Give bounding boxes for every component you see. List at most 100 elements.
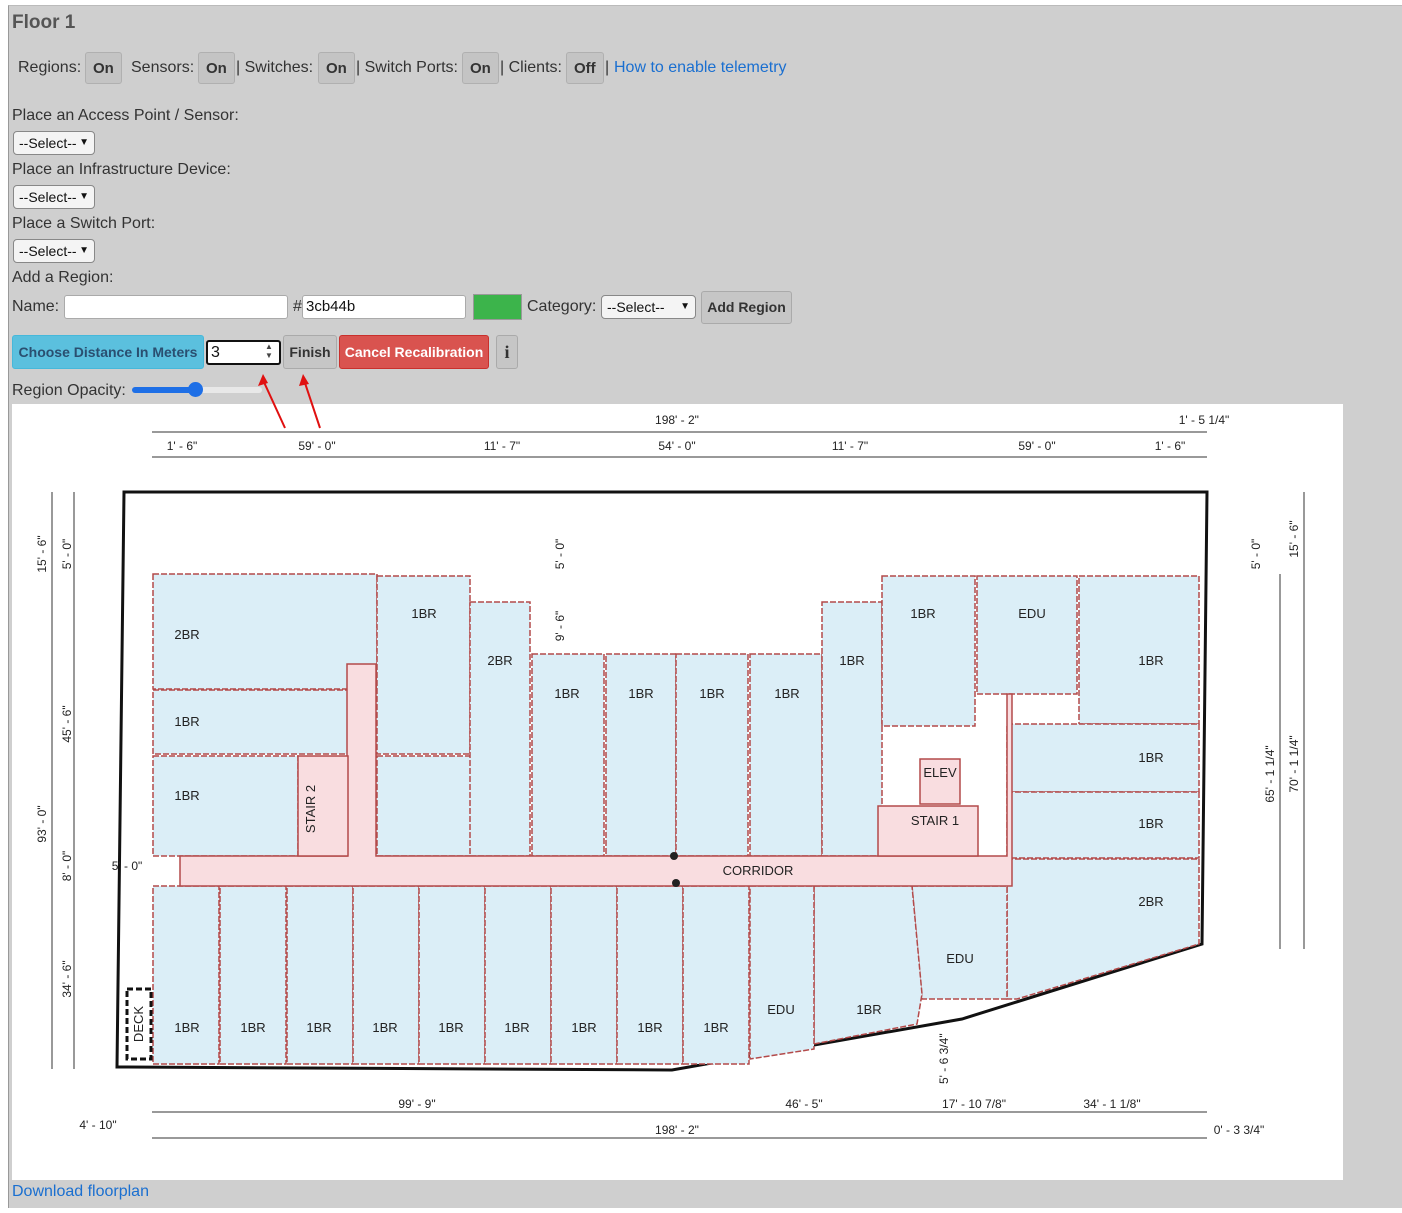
dim-top-2: 59' - 0" bbox=[298, 439, 335, 453]
dim-inner-1: 5' - 0" bbox=[553, 539, 567, 570]
dim-right-3: 65' - 1 1/4" bbox=[1263, 745, 1277, 802]
room-label: 2BR bbox=[1138, 894, 1163, 909]
room-label: 1BR bbox=[1138, 816, 1163, 831]
room-label: ELEV bbox=[923, 765, 957, 780]
room-label: 1BR bbox=[1138, 653, 1163, 668]
room-label: 1BR bbox=[504, 1020, 529, 1035]
dim-inner-2: 9' - 6" bbox=[553, 611, 567, 642]
dim-left-1: 15' - 6" bbox=[35, 535, 49, 572]
category-label: Category: bbox=[527, 298, 597, 315]
room-label: 1BR bbox=[438, 1020, 463, 1035]
room-1br-e2 bbox=[1006, 791, 1200, 859]
room-label: 1BR bbox=[174, 714, 199, 729]
region-color-input[interactable]: 3cb44b bbox=[302, 295, 466, 319]
place-infra-select[interactable]: --Select-- ▼ bbox=[13, 185, 95, 209]
room-label: 1BR bbox=[1138, 750, 1163, 765]
hash-label: # bbox=[293, 298, 302, 315]
chevron-down-icon: ▼ bbox=[680, 301, 690, 312]
stepper-icon[interactable]: ▲ ▼ bbox=[265, 342, 273, 360]
dim-bottom-total: 198' - 2" bbox=[655, 1123, 699, 1137]
room-label: 1BR bbox=[554, 686, 579, 701]
region-name-input[interactable] bbox=[64, 295, 288, 319]
dim-top-4: 54' - 0" bbox=[658, 439, 695, 453]
deck-label: DECK bbox=[131, 1006, 146, 1042]
room-label: 1BR bbox=[174, 788, 199, 803]
dim-right-4: 70' - 1 1/4" bbox=[1287, 735, 1301, 792]
room-label: 1BR bbox=[174, 1020, 199, 1035]
room-label: 1BR bbox=[571, 1020, 596, 1035]
room-1br-s-e bbox=[813, 885, 923, 1045]
page-title: Floor 1 bbox=[12, 12, 76, 33]
room-1br-s8 bbox=[616, 885, 684, 1065]
category-select[interactable]: --Select-- ▼ bbox=[601, 295, 696, 319]
room-1br-n4 bbox=[675, 653, 749, 857]
room-label: STAIR 1 bbox=[911, 813, 959, 828]
floorplan-drawing: 198' - 2" 1' - 5 1/4" 1' - 6" 59' - 0" 1… bbox=[35, 413, 1305, 1139]
cancel-recalibration-button[interactable]: Cancel Recalibration bbox=[339, 335, 489, 369]
room-label: 1BR bbox=[306, 1020, 331, 1035]
room-1br-ne2 bbox=[1078, 575, 1200, 725]
annotation-arrows bbox=[258, 374, 321, 429]
chevron-down-icon: ▼ bbox=[79, 137, 89, 148]
switch-ports-toggle[interactable]: On bbox=[462, 52, 499, 84]
category-value: --Select-- bbox=[607, 299, 665, 315]
room-1br-s4 bbox=[352, 885, 420, 1065]
place-infra-label: Place an Infrastructure Device: bbox=[12, 161, 231, 178]
sensors-toggle[interactable]: On bbox=[198, 52, 235, 84]
add-region-label: Add a Region: bbox=[12, 269, 114, 286]
clients-toggle[interactable]: Off bbox=[566, 52, 604, 84]
room-1br-w2 bbox=[152, 755, 299, 857]
chevron-down-icon: ▼ bbox=[79, 245, 89, 256]
separator: | bbox=[605, 59, 610, 76]
region-color-swatch[interactable] bbox=[473, 294, 522, 320]
room-label: 2BR bbox=[487, 653, 512, 668]
room-label: EDU bbox=[946, 951, 973, 966]
place-ap-select[interactable]: --Select-- ▼ bbox=[13, 131, 95, 155]
region-opacity-thumb[interactable] bbox=[188, 382, 203, 397]
room-label: 1BR bbox=[699, 686, 724, 701]
finish-button[interactable]: Finish bbox=[283, 335, 337, 369]
add-region-button[interactable]: Add Region bbox=[701, 291, 792, 324]
dim-left-3: 45' - 6" bbox=[60, 705, 74, 742]
room-1br-n1 bbox=[376, 575, 471, 755]
room-edu-s bbox=[749, 885, 815, 1060]
chevron-down-icon: ▼ bbox=[79, 191, 89, 202]
door-node bbox=[672, 879, 680, 887]
door-node bbox=[670, 852, 678, 860]
dim-left-5: 8' - 0" bbox=[60, 851, 74, 882]
regions-toggle[interactable]: On bbox=[85, 52, 122, 84]
room-label: 1BR bbox=[628, 686, 653, 701]
place-port-label: Place a Switch Port: bbox=[12, 215, 156, 232]
room-1br-n3 bbox=[605, 653, 677, 857]
room-label: 1BR bbox=[910, 606, 935, 621]
place-port-select[interactable]: --Select-- ▼ bbox=[13, 239, 95, 263]
room-label: 1BR bbox=[372, 1020, 397, 1035]
dim-bottom-right: 0' - 3 3/4" bbox=[1214, 1123, 1265, 1137]
clients-label: | Clients: bbox=[500, 59, 562, 76]
room-label: 1BR bbox=[856, 1002, 881, 1017]
dim-left-7: 34' - 6" bbox=[60, 960, 74, 997]
dim-bottom-2: 46' - 5" bbox=[785, 1097, 822, 1111]
choose-distance-button[interactable]: Choose Distance In Meters bbox=[12, 335, 204, 369]
floor-panel: Floor 1 Regions: On Sensors: On | Switch… bbox=[8, 5, 1402, 1208]
dim-top-total: 198' - 2" bbox=[655, 413, 699, 427]
room-1br-s9 bbox=[682, 885, 750, 1065]
dim-bottom-4: 34' - 1 1/8" bbox=[1083, 1097, 1140, 1111]
place-ap-label: Place an Access Point / Sensor: bbox=[12, 107, 239, 124]
room-label: STAIR 2 bbox=[303, 785, 318, 833]
floorplan-canvas[interactable]: 198' - 2" 1' - 5 1/4" 1' - 6" 59' - 0" 1… bbox=[12, 404, 1343, 1180]
room-label: 1BR bbox=[240, 1020, 265, 1035]
room-1br-s7 bbox=[550, 885, 618, 1065]
dim-left-2: 5' - 0" bbox=[60, 539, 74, 570]
room-2br-n bbox=[469, 601, 531, 857]
switch-ports-label: | Switch Ports: bbox=[356, 59, 458, 76]
telemetry-link[interactable]: How to enable telemetry bbox=[614, 59, 787, 77]
room-1br-s1 bbox=[152, 885, 220, 1065]
dim-top-3: 11' - 7" bbox=[484, 439, 520, 453]
region-opacity-label: Region Opacity: bbox=[12, 382, 126, 399]
download-floorplan-link[interactable]: Download floorplan bbox=[12, 1183, 149, 1201]
dim-top-7: 1' - 6" bbox=[1155, 439, 1186, 453]
info-button[interactable]: i bbox=[496, 335, 518, 369]
switches-toggle[interactable]: On bbox=[318, 52, 355, 84]
room-label: EDU bbox=[1018, 606, 1045, 621]
